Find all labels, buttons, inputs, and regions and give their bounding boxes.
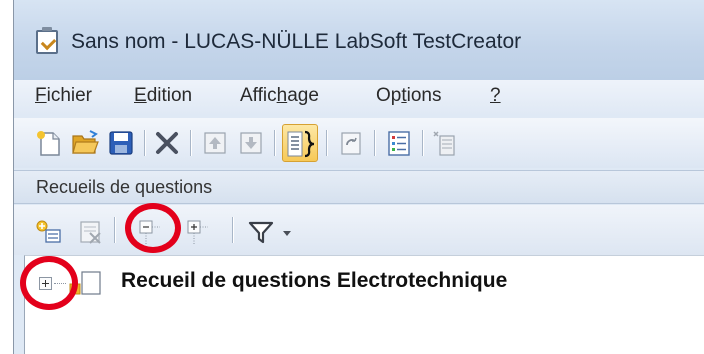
- toolbar-separator: [274, 130, 275, 156]
- menu-affichage[interactable]: Affichage: [240, 85, 319, 107]
- main-toolbar: [14, 118, 704, 168]
- title-bar: Sans nom - LUCAS-NÜLLE LabSoft TestCreat…: [14, 0, 704, 80]
- view-source-icon[interactable]: [282, 124, 318, 162]
- collection-tree: Recueil de questions Electrotechnique: [24, 255, 704, 354]
- dropdown-arrow-icon[interactable]: [280, 217, 294, 247]
- save-icon[interactable]: [106, 128, 136, 158]
- section-header: Recueils de questions: [14, 170, 704, 204]
- export-icon[interactable]: [430, 128, 460, 158]
- open-folder-icon[interactable]: [70, 128, 100, 158]
- toolbar-separator: [422, 130, 423, 156]
- collection-toolbar: [14, 205, 704, 255]
- toolbar-separator: [144, 130, 145, 156]
- section-title: Recueils de questions: [36, 177, 213, 197]
- tree-node-label: Recueil de questions Electrotechnique: [121, 269, 508, 292]
- move-up-icon[interactable]: [200, 128, 230, 158]
- window-title: Sans nom - LUCAS-NÜLLE LabSoft TestCreat…: [71, 30, 522, 53]
- move-down-icon[interactable]: [236, 128, 266, 158]
- menu-options[interactable]: Options: [376, 85, 442, 107]
- remove-collection-icon[interactable]: [76, 217, 106, 247]
- menu-fichier[interactable]: Fichier: [35, 85, 92, 107]
- toolbar-separator: [326, 130, 327, 156]
- menu-help[interactable]: ?: [490, 85, 501, 107]
- toolbar-separator: [232, 217, 233, 243]
- tree-node[interactable]: Recueil de questions Electrotechnique: [25, 268, 665, 298]
- menu-edition[interactable]: Edition: [134, 85, 192, 107]
- app-window: Sans nom - LUCAS-NÜLLE LabSoft TestCreat…: [13, 0, 704, 354]
- highlight-circle: [125, 203, 181, 253]
- menu-bar: Fichier Edition Affichage Options ?: [14, 80, 704, 114]
- toolbar-separator: [190, 130, 191, 156]
- add-collection-icon[interactable]: [34, 217, 64, 247]
- highlight-circle: [20, 256, 78, 310]
- app-icon: [36, 27, 58, 54]
- filter-icon[interactable]: [246, 217, 276, 247]
- expand-all-icon[interactable]: [182, 217, 212, 247]
- toolbar-separator: [374, 130, 375, 156]
- list-icon[interactable]: [384, 128, 414, 158]
- refresh-icon[interactable]: [336, 128, 366, 158]
- toolbar-separator: [114, 217, 115, 243]
- delete-icon[interactable]: [152, 128, 182, 158]
- new-icon[interactable]: [34, 128, 64, 158]
